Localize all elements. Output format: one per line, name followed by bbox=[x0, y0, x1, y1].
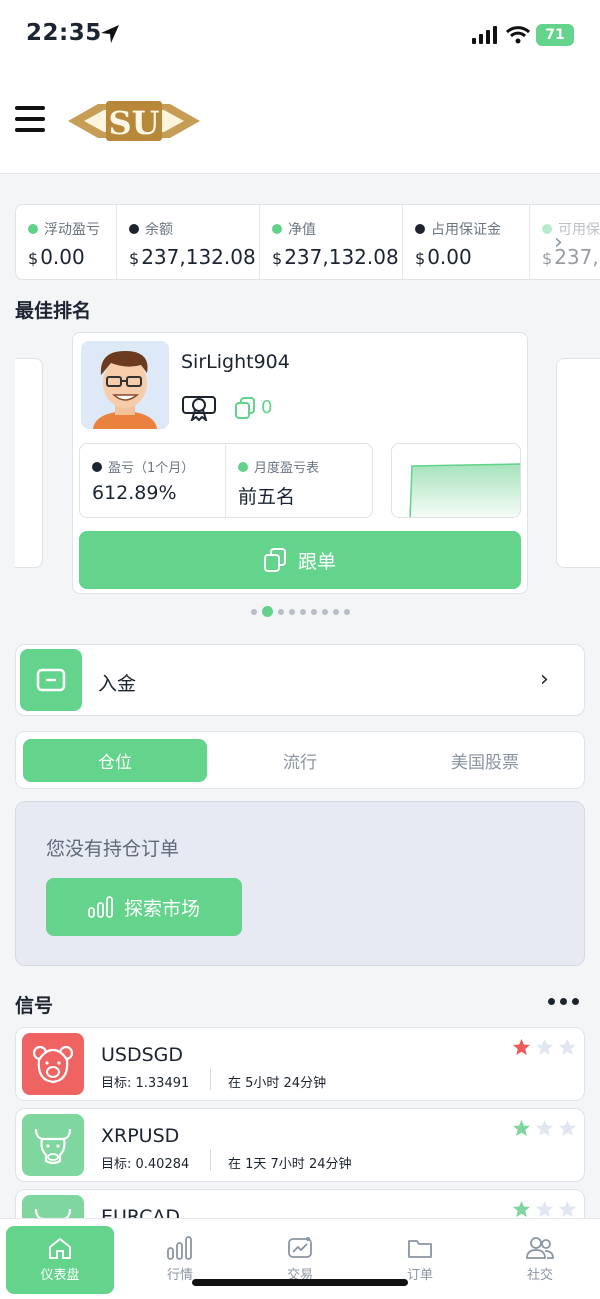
trader-name: SirLight904 bbox=[181, 351, 290, 373]
top-ranking-title: 最佳排名 bbox=[15, 300, 92, 322]
tab-popular[interactable]: 流行 bbox=[208, 739, 392, 782]
profit-sparkline bbox=[391, 443, 521, 518]
nav-dashboard[interactable]: 仪表盘 bbox=[6, 1226, 114, 1294]
star-filled-icon bbox=[512, 1200, 531, 1218]
stat-equity: 净值 $237,132.08 bbox=[260, 205, 403, 279]
star-empty-icon bbox=[558, 1038, 577, 1056]
star-empty-icon bbox=[535, 1119, 554, 1137]
chevron-right-icon[interactable]: › bbox=[554, 230, 563, 255]
stat-balance: 余额 $237,132.08 bbox=[117, 205, 260, 279]
bottom-nav: 仪表盘 行情 交易 订单 社交 bbox=[0, 1218, 600, 1299]
signal-target: 目标: 0.40284 bbox=[101, 1157, 190, 1172]
signal-card[interactable]: XRPUSD 目标: 0.40284 在 1天 7小时 24分钟 bbox=[15, 1108, 585, 1182]
signal-symbol: XRPUSD bbox=[101, 1125, 180, 1147]
certificate-icon bbox=[182, 396, 216, 421]
metric-profit: 盈亏（1个月） 612.89% bbox=[80, 444, 226, 517]
signal-card[interactable]: USDSGD 目标: 1.33491 在 5小时 24分钟 bbox=[15, 1027, 585, 1101]
brand-logo: SU bbox=[68, 101, 200, 142]
green-dot-icon bbox=[542, 224, 552, 234]
empty-positions-panel: 您没有持仓订单 探索市场 bbox=[15, 801, 585, 966]
copy-icon bbox=[263, 548, 286, 572]
stat-floating-pnl: 浮动盈亏 $0.00 bbox=[16, 205, 117, 279]
star-rating[interactable] bbox=[512, 1038, 577, 1056]
more-options-icon[interactable] bbox=[548, 998, 580, 1006]
trader-card[interactable]: SirLight904 0 盈亏（1个月） 612.89% 月度盈亏表 前五名 … bbox=[72, 332, 528, 594]
bars-icon bbox=[167, 1236, 192, 1260]
status-bar: 22:35 71 bbox=[0, 0, 600, 70]
dark-dot-icon bbox=[129, 224, 139, 234]
bear-icon bbox=[22, 1033, 84, 1095]
wifi-icon bbox=[506, 26, 530, 44]
avatar bbox=[81, 341, 169, 429]
wallet-icon bbox=[20, 649, 82, 711]
metric-monthly: 月度盈亏表 前五名 bbox=[238, 461, 320, 508]
signals-title: 信号 bbox=[15, 995, 54, 1017]
star-rating[interactable] bbox=[512, 1119, 577, 1137]
bars-icon bbox=[88, 896, 113, 918]
next-trader-card[interactable] bbox=[556, 358, 600, 568]
green-dot-icon bbox=[28, 224, 38, 234]
chevron-right-icon: › bbox=[540, 667, 549, 692]
chart-icon bbox=[288, 1237, 312, 1258]
stat-free-margin: 可用保 $237, bbox=[542, 222, 600, 269]
star-empty-icon bbox=[558, 1200, 577, 1218]
bull-icon bbox=[22, 1114, 84, 1176]
people-icon bbox=[526, 1237, 554, 1259]
explore-market-button[interactable]: 探索市场 bbox=[46, 878, 242, 936]
signal-symbol: USDSGD bbox=[101, 1044, 184, 1066]
copy-trade-button[interactable]: 跟单 bbox=[79, 531, 521, 589]
star-filled-icon bbox=[512, 1119, 531, 1137]
signal-time: 在 5小时 24分钟 bbox=[228, 1076, 327, 1091]
trader-metrics: 盈亏（1个月） 612.89% 月度盈亏表 前五名 bbox=[79, 443, 373, 518]
cellular-signal-icon bbox=[472, 26, 497, 44]
signal-target: 目标: 1.33491 bbox=[101, 1076, 190, 1091]
avatar-illustration bbox=[81, 341, 169, 429]
location-arrow-icon bbox=[101, 25, 119, 43]
stat-used-margin: 占用保证金 $0.00 bbox=[403, 205, 530, 279]
deposit-label: 入金 bbox=[98, 673, 137, 695]
battery-icon: 71 bbox=[536, 24, 574, 46]
star-rating[interactable] bbox=[512, 1200, 577, 1218]
prev-trader-card[interactable] bbox=[15, 358, 43, 568]
home-indicator bbox=[192, 1279, 408, 1286]
status-time: 22:35 bbox=[26, 20, 102, 46]
tab-positions[interactable]: 仓位 bbox=[23, 739, 207, 782]
star-empty-icon bbox=[558, 1119, 577, 1137]
logo-text: SU bbox=[108, 104, 159, 142]
dark-dot-icon bbox=[92, 461, 102, 472]
nav-social[interactable]: 社交 bbox=[486, 1226, 594, 1294]
copy-icon bbox=[235, 397, 255, 419]
home-icon bbox=[49, 1238, 71, 1259]
menu-button[interactable] bbox=[15, 106, 45, 132]
copy-count: 0 bbox=[261, 397, 273, 418]
star-empty-icon bbox=[535, 1038, 554, 1056]
green-dot-icon bbox=[272, 224, 282, 234]
star-filled-icon bbox=[512, 1038, 531, 1056]
position-tabs: 仓位 流行 美国股票 bbox=[15, 731, 585, 789]
account-stats-strip: 浮动盈亏 $0.00 余额 $237,132.08 净值 $237,132.08… bbox=[15, 204, 600, 280]
green-dot-icon bbox=[238, 461, 248, 472]
deposit-row[interactable]: 入金 › bbox=[15, 644, 585, 716]
signal-time: 在 1天 7小时 24分钟 bbox=[228, 1157, 352, 1172]
folder-icon bbox=[408, 1240, 432, 1258]
empty-message: 您没有持仓订单 bbox=[46, 838, 180, 860]
dark-dot-icon bbox=[415, 224, 425, 234]
carousel-pagination[interactable] bbox=[0, 606, 600, 617]
star-empty-icon bbox=[535, 1200, 554, 1218]
tab-us-stocks[interactable]: 美国股票 bbox=[393, 739, 577, 782]
